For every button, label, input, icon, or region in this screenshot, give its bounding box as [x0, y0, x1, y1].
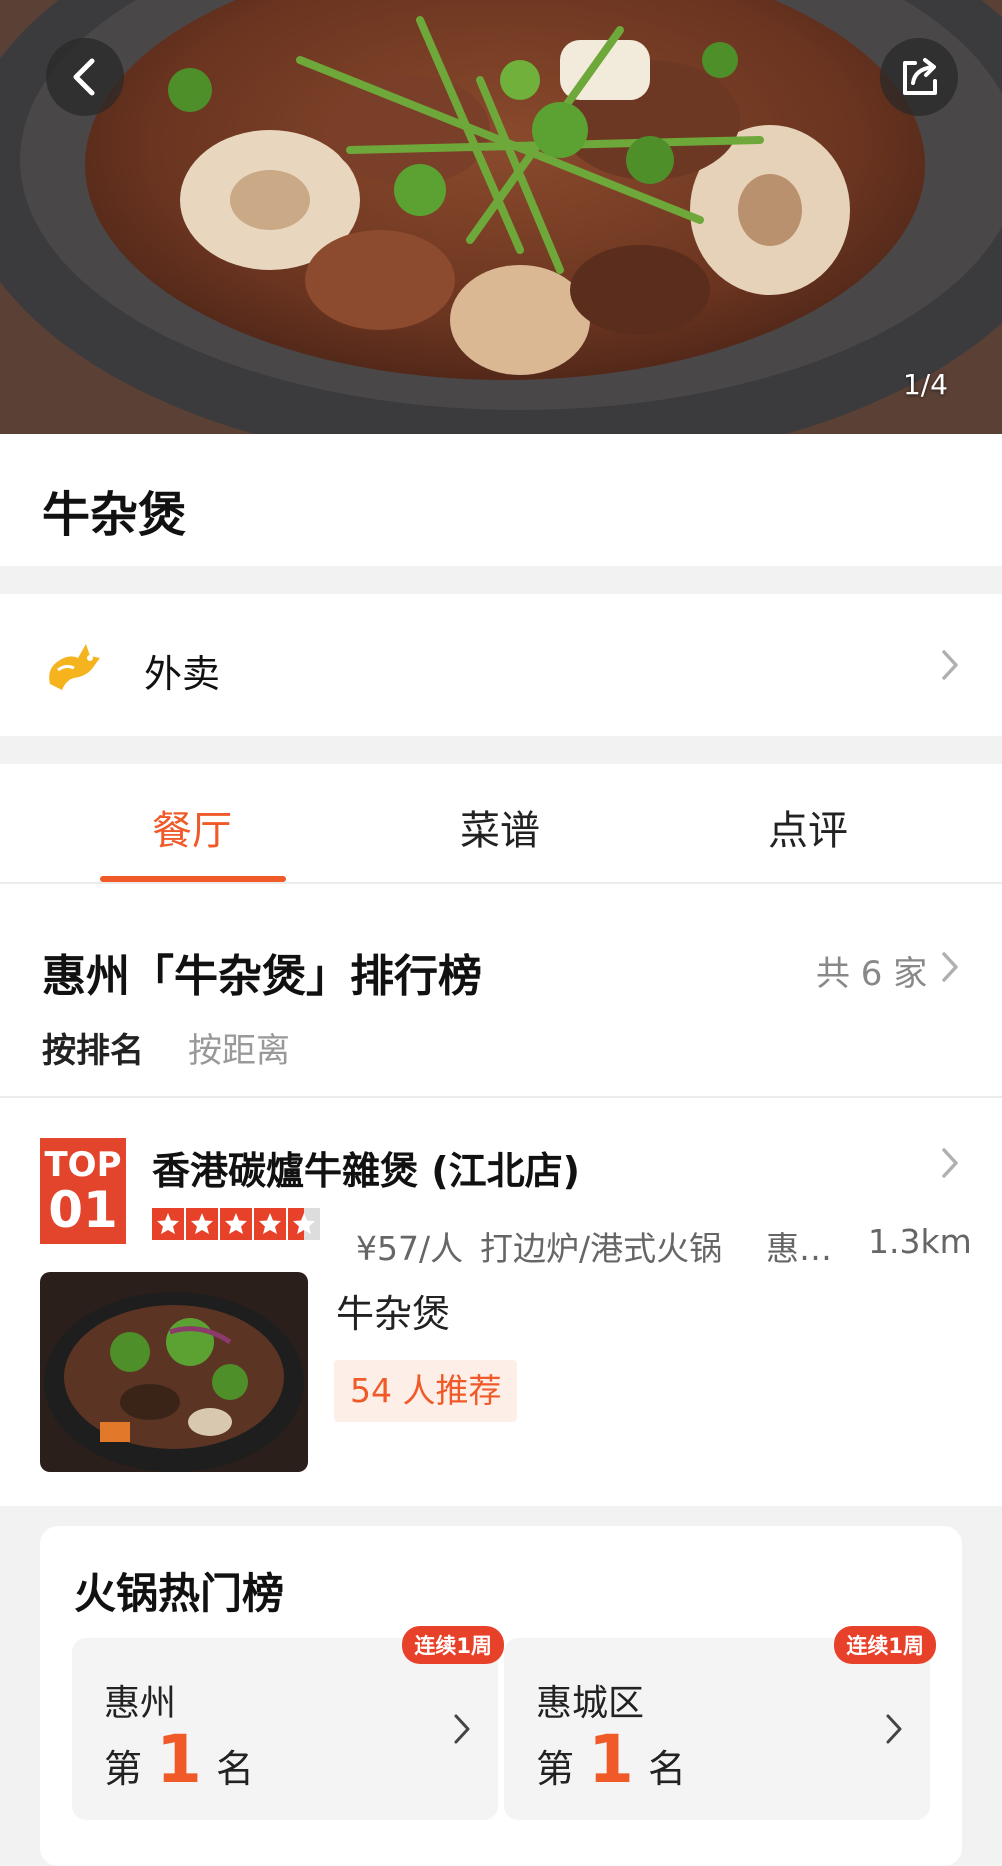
chevron-right-icon [452, 1712, 472, 1750]
rating-star [288, 1208, 320, 1240]
rank-prefix: 第 [104, 1747, 143, 1791]
rank-line: 第 1 名 [536, 1721, 686, 1798]
tab-reviews[interactable]: 点评 [708, 798, 908, 856]
price-per-person: ¥57/人 [356, 1229, 464, 1268]
ranking-title: 惠州「牛杂煲」排行榜 [42, 951, 482, 1002]
streak-badge: 连续1周 [402, 1626, 504, 1664]
rank-value: 1 [156, 1721, 202, 1798]
top-label: TOP [44, 1145, 122, 1185]
rating-star [186, 1208, 218, 1240]
restaurant-category: 打边炉/港式火锅 [480, 1229, 723, 1268]
dish-photo-illustration [0, 0, 1002, 434]
divider [0, 882, 1002, 884]
hot-list-title: 火锅热门榜 [74, 1569, 285, 1618]
ranking-total-link[interactable]: 共 6 家 [816, 946, 927, 995]
tab-restaurants[interactable]: 餐厅 [92, 798, 292, 856]
rating-star [152, 1208, 184, 1240]
restaurant-distance: 1.3km [868, 1222, 972, 1261]
share-button[interactable] [880, 38, 958, 116]
rank-suffix: 名 [215, 1747, 254, 1791]
rating-star [254, 1208, 286, 1240]
back-button[interactable] [46, 38, 124, 116]
restaurant-name[interactable]: 香港碳爐牛雜煲 (江北店) [152, 1140, 580, 1195]
restaurant-area: 惠… [766, 1229, 832, 1268]
hero-photo[interactable]: 1/4 [0, 0, 1002, 434]
top-rank-badge: TOP 01 [40, 1138, 126, 1244]
chevron-right-icon [884, 1712, 904, 1750]
rank-value: 1 [588, 1721, 634, 1798]
tab-recipes[interactable]: 菜谱 [400, 798, 600, 856]
rank-number: 01 [48, 1181, 118, 1239]
page-title: 牛杂煲 [42, 487, 187, 543]
takeout-label: 外卖 [144, 652, 221, 696]
rating-stars [152, 1208, 324, 1244]
hot-rank-card-huizhou[interactable]: 惠州 第 1 名 连续1周 [72, 1626, 504, 1820]
rank-line: 第 1 名 [104, 1721, 254, 1798]
sort-by-distance[interactable]: 按距离 [188, 1023, 290, 1072]
divider [0, 1096, 1002, 1098]
photo-counter: 1/4 [902, 368, 948, 401]
delivery-kangaroo-icon [40, 632, 106, 702]
rank-suffix: 名 [647, 1747, 686, 1791]
chevron-right-icon [940, 1146, 960, 1184]
recommend-count-badge: 54 人推荐 [334, 1360, 518, 1422]
rating-star [220, 1208, 252, 1240]
rank-prefix: 第 [536, 1747, 575, 1791]
streak-badge: 连续1周 [834, 1626, 936, 1664]
dish-thumbnail[interactable] [40, 1272, 308, 1472]
share-icon [903, 58, 937, 95]
featured-dish-name: 牛杂煲 [336, 1292, 451, 1336]
chevron-left-icon [73, 58, 95, 96]
rank-area: 惠城区 [536, 1683, 645, 1724]
rank-area: 惠州 [104, 1683, 177, 1724]
hot-rank-card-huicheng[interactable]: 惠城区 第 1 名 连续1周 [504, 1626, 936, 1820]
chevron-right-icon [940, 950, 960, 988]
chevron-right-icon [940, 648, 960, 686]
sort-by-rank[interactable]: 按排名 [42, 1023, 144, 1072]
